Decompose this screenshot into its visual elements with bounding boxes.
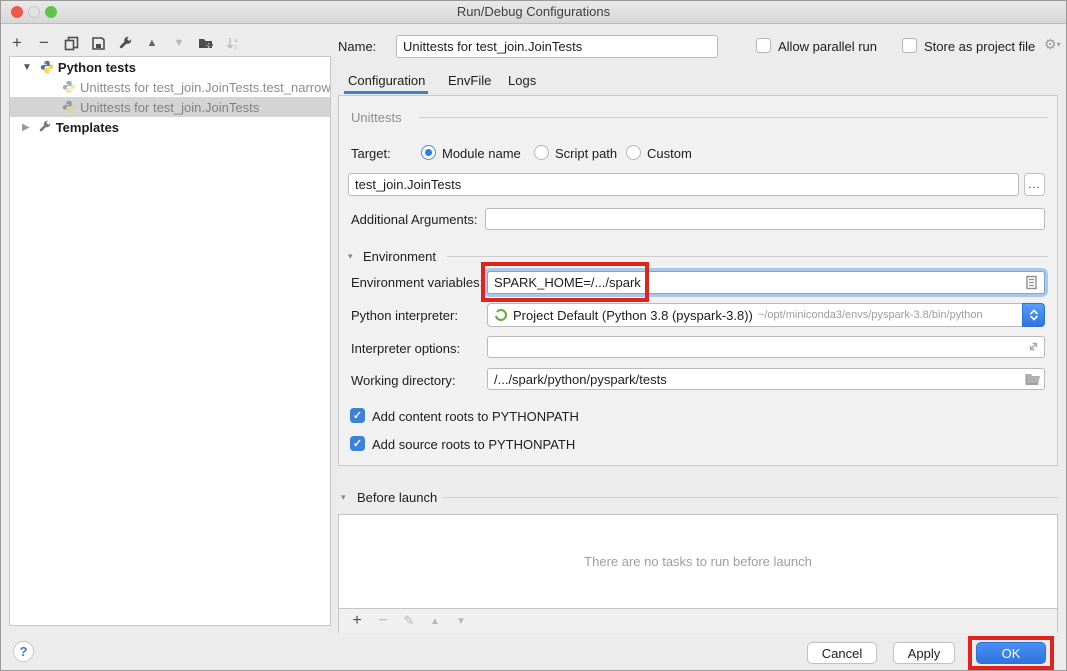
working-directory-input[interactable] <box>487 368 1045 390</box>
window-title: Run/Debug Configurations <box>1 1 1066 22</box>
target-label: Target: <box>351 146 391 161</box>
environment-variables-input[interactable] <box>487 271 1045 294</box>
empty-task-list-text: There are no tasks to run before launch <box>584 554 812 569</box>
svg-text:z: z <box>234 44 237 51</box>
add-content-roots-label: Add content roots to PYTHONPATH <box>372 409 579 424</box>
tab-logs[interactable]: Logs <box>508 73 536 88</box>
section-divider <box>447 256 1048 257</box>
edit-icon: ✎ <box>401 613 417 629</box>
add-content-roots-checkbox[interactable]: ✓ <box>350 408 365 423</box>
add-icon[interactable]: + <box>9 35 25 51</box>
tree-item-unittests-test-narrow[interactable]: Unittests for test_join.JoinTests.test_n… <box>10 77 330 97</box>
minimize-button <box>28 6 40 18</box>
check-icon: ✓ <box>353 409 362 422</box>
configurations-toolbar: + − ▲ ▼ az <box>9 35 241 51</box>
python-icon <box>62 80 76 94</box>
target-module-name-label: Module name <box>442 146 521 161</box>
add-icon[interactable]: + <box>349 613 365 629</box>
env-vars-browse-icon[interactable] <box>1025 275 1038 290</box>
browse-button[interactable]: ... <box>1024 173 1045 196</box>
section-divider <box>419 117 1048 118</box>
collapsed-arrow-icon[interactable]: ▶ <box>22 122 30 133</box>
question-icon: ? <box>20 644 28 659</box>
tree-item-unittests-jointests[interactable]: Unittests for test_join.JoinTests <box>10 97 330 117</box>
wrench-icon <box>38 120 52 134</box>
python-icon <box>62 100 76 114</box>
name-label: Name: <box>338 39 376 54</box>
tab-configuration[interactable]: Configuration <box>348 73 425 88</box>
before-launch-section-label: Before launch <box>357 490 437 505</box>
gear-icon[interactable]: ⚙▾ <box>1044 36 1061 53</box>
interpreter-options-input[interactable] <box>487 336 1045 358</box>
before-launch-collapse-icon[interactable]: ▾ <box>341 492 346 503</box>
module-name-input[interactable] <box>348 173 1019 196</box>
allow-parallel-run-label: Allow parallel run <box>778 39 877 54</box>
before-launch-task-list: There are no tasks to run before launch … <box>338 514 1058 633</box>
python-interpreter-value: Project Default (Python 3.8 (pyspark-3.8… <box>513 308 753 323</box>
tree-item-label: Unittests for test_join.JoinTests.test_n… <box>80 80 330 95</box>
python-interpreter-label: Python interpreter: <box>351 308 458 323</box>
target-custom-radio[interactable] <box>626 145 641 160</box>
environment-collapse-icon[interactable]: ▾ <box>348 251 353 262</box>
python-interpreter-combobox[interactable]: Project Default (Python 3.8 (pyspark-3.8… <box>487 303 1045 327</box>
apply-button[interactable]: Apply <box>893 642 955 664</box>
target-script-path-radio[interactable] <box>534 145 549 160</box>
new-folder-icon[interactable] <box>198 35 214 51</box>
target-custom-label: Custom <box>647 146 692 161</box>
environment-variables-label: Environment variables: <box>351 275 483 290</box>
interpreter-options-label: Interpreter options: <box>351 341 460 356</box>
move-up-icon[interactable]: ▲ <box>144 35 160 51</box>
zoom-button[interactable] <box>45 6 57 18</box>
add-source-roots-checkbox[interactable]: ✓ <box>350 436 365 451</box>
run-debug-configurations-dialog: Run/Debug Configurations + − ▲ ▼ az ▼ Py <box>0 0 1067 671</box>
active-tab-underline <box>344 91 428 94</box>
move-down-icon: ▼ <box>453 613 469 629</box>
additional-arguments-label: Additional Arguments: <box>351 212 477 227</box>
tree-item-templates[interactable]: ▶ Templates <box>10 117 330 137</box>
copy-icon[interactable] <box>63 35 79 51</box>
additional-arguments-input[interactable] <box>485 208 1045 230</box>
store-as-project-file-checkbox[interactable] <box>902 38 917 53</box>
unittests-section-label: Unittests <box>351 110 402 125</box>
python-interpreter-path: ~/opt/miniconda3/envs/pyspark-3.8/bin/py… <box>758 309 983 321</box>
svg-text:a: a <box>234 37 238 44</box>
move-up-icon: ▲ <box>427 613 443 629</box>
working-directory-label: Working directory: <box>351 373 456 388</box>
target-module-name-radio[interactable] <box>421 145 436 160</box>
section-divider <box>443 497 1058 498</box>
before-launch-toolbar: + − ✎ ▲ ▼ <box>339 608 1057 633</box>
configurations-tree: ▼ Python tests Unittests for test_join.J… <box>9 56 331 626</box>
conda-env-icon <box>494 308 508 322</box>
python-icon <box>40 60 54 74</box>
remove-icon[interactable]: − <box>36 35 52 51</box>
remove-icon: − <box>375 613 391 629</box>
edit-templates-icon[interactable] <box>117 35 133 51</box>
target-script-path-label: Script path <box>555 146 617 161</box>
title-bar: Run/Debug Configurations <box>1 1 1066 24</box>
save-icon[interactable] <box>90 35 106 51</box>
sort-alpha-icon: az <box>225 35 241 51</box>
check-icon: ✓ <box>353 437 362 450</box>
chevron-up-down-icon[interactable] <box>1022 303 1045 327</box>
folder-icon[interactable] <box>1025 372 1041 385</box>
tab-envfile[interactable]: EnvFile <box>448 73 491 88</box>
ok-button[interactable]: OK <box>976 642 1046 664</box>
allow-parallel-run-checkbox[interactable] <box>756 38 771 53</box>
cancel-button[interactable]: Cancel <box>807 642 877 664</box>
tree-item-label: Unittests for test_join.JoinTests <box>80 100 259 115</box>
name-input[interactable] <box>396 35 718 58</box>
expanded-arrow-icon[interactable]: ▼ <box>22 62 32 73</box>
close-button[interactable] <box>11 6 23 18</box>
environment-section-label: Environment <box>363 249 436 264</box>
store-as-project-file-label: Store as project file <box>924 39 1035 54</box>
expand-field-icon[interactable] <box>1027 340 1040 353</box>
move-down-icon: ▼ <box>171 35 187 51</box>
help-button[interactable]: ? <box>13 641 34 662</box>
tree-item-python-tests[interactable]: ▼ Python tests <box>10 57 330 77</box>
tree-item-label: Python tests <box>58 60 136 75</box>
add-source-roots-label: Add source roots to PYTHONPATH <box>372 437 575 452</box>
tree-item-label: Templates <box>56 120 119 135</box>
